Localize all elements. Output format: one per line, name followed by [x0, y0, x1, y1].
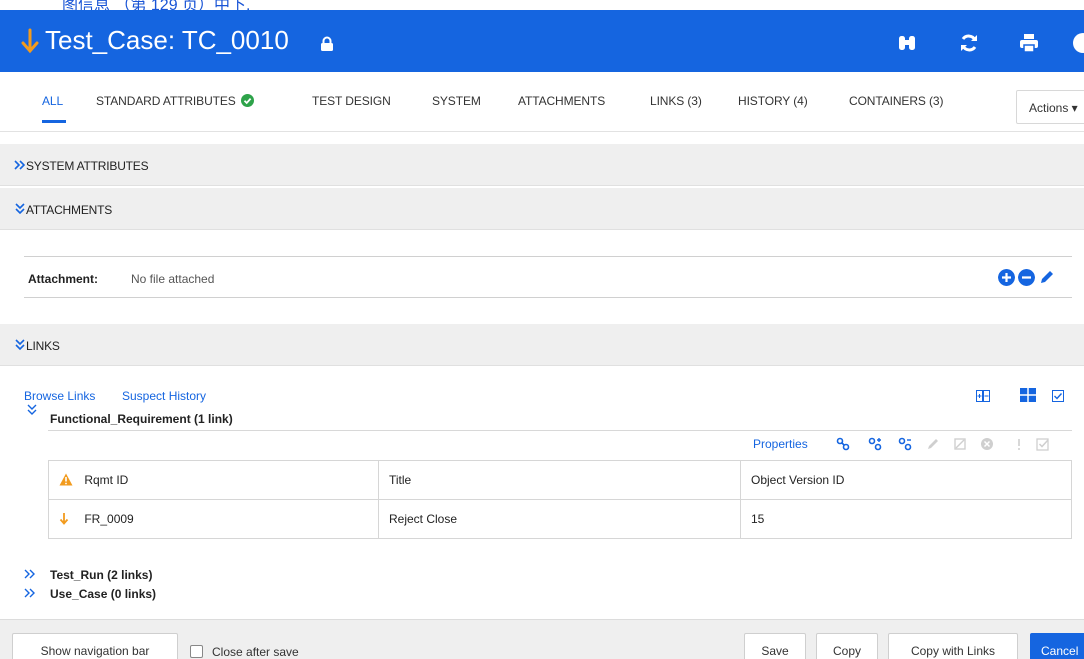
double-chevron-down-icon: [15, 339, 25, 351]
links-table: Rqmt ID Title Object Version ID FR_0009 …: [48, 460, 1072, 539]
add-circle-icon[interactable]: [998, 269, 1015, 286]
tab-links[interactable]: LINKS (3): [650, 94, 702, 108]
arrow-down-icon: [21, 28, 39, 54]
group-test-run[interactable]: Test_Run (2 links): [50, 568, 152, 582]
suspect-disabled-icon: [1018, 439, 1020, 450]
help-icon[interactable]: [1072, 32, 1084, 54]
actions-dropdown-button[interactable]: Actions ▾: [1016, 90, 1084, 124]
group-functional-requirement[interactable]: Functional_Requirement (1 link): [50, 412, 233, 426]
links-toolbar: Properties: [48, 430, 1072, 458]
page-title: Test_Case: TC_0010: [45, 25, 289, 55]
refresh-icon[interactable]: [958, 32, 980, 54]
section-system-attributes[interactable]: SYSTEM ATTRIBUTES: [0, 144, 1084, 186]
cell-title: Reject Close: [378, 499, 741, 539]
tab-containers[interactable]: CONTAINERS (3): [849, 94, 943, 108]
table-header-row: Rqmt ID Title Object Version ID: [48, 460, 1072, 500]
section-links-label: LINKS: [26, 339, 60, 353]
double-chevron-right-icon[interactable]: [24, 587, 36, 599]
remove-link-icon[interactable]: [898, 437, 912, 451]
close-after-save-checkbox[interactable]: [190, 645, 203, 658]
attachment-label: Attachment:: [28, 272, 99, 286]
section-links[interactable]: LINKS: [0, 324, 1084, 366]
warning-icon: [59, 473, 73, 486]
section-attachments-label: ATTACHMENTS: [26, 203, 113, 217]
double-chevron-right-icon[interactable]: [24, 568, 36, 580]
close-after-save-label[interactable]: Close after save: [212, 645, 299, 659]
save-button[interactable]: Save: [744, 633, 806, 659]
lock-icon: [321, 36, 333, 51]
tab-bar: ALL STANDARD ATTRIBUTES TEST DESIGN SYST…: [0, 72, 1084, 132]
title-bar: Test_Case: TC_0010: [0, 10, 1084, 72]
rqmt-id-value: FR_0009: [84, 512, 134, 526]
copy-with-links-button[interactable]: Copy with Links: [888, 633, 1018, 659]
tab-attachments[interactable]: ATTACHMENTS: [518, 94, 605, 108]
section-attachments[interactable]: ATTACHMENTS: [0, 188, 1084, 230]
attachment-value: No file attached: [131, 272, 215, 286]
top-caption-text: 图信息 （第 129 页）中下.: [62, 0, 251, 10]
footer-bar: Show navigation bar Close after save Sav…: [0, 619, 1084, 659]
checkbox-view-icon[interactable]: [1052, 390, 1064, 402]
cancel-button[interactable]: Cancel: [1030, 633, 1084, 659]
cell-object-version-id: 15: [740, 499, 1072, 539]
edit-pencil-icon[interactable]: [1038, 269, 1055, 286]
add-link-icon[interactable]: [868, 437, 882, 451]
tab-system[interactable]: SYSTEM: [432, 94, 481, 108]
column-header-object-version-id[interactable]: Object Version ID: [740, 460, 1072, 500]
delete-disabled-icon: [981, 438, 993, 450]
active-tab-indicator: [42, 120, 66, 123]
column-header-rqmt-id[interactable]: Rqmt ID: [48, 460, 379, 500]
binoculars-icon[interactable]: [896, 32, 918, 54]
arrow-down-icon: [59, 513, 69, 525]
clear-suspect-disabled-icon: [1036, 438, 1049, 451]
tab-all[interactable]: ALL: [42, 94, 63, 108]
properties-link[interactable]: Properties: [753, 437, 808, 451]
tab-standard-attributes[interactable]: STANDARD ATTRIBUTES: [96, 94, 254, 108]
tab-standard-attributes-label: STANDARD ATTRIBUTES: [96, 94, 236, 108]
edit-disabled-icon: [928, 439, 938, 449]
tab-history[interactable]: HISTORY (4): [738, 94, 808, 108]
browse-links-link[interactable]: Browse Links: [24, 389, 95, 403]
unlink-disabled-icon: [954, 438, 966, 450]
column-header-rqmt-id-label: Rqmt ID: [84, 473, 129, 487]
show-navigation-bar-button[interactable]: Show navigation bar: [12, 633, 178, 659]
link-icon[interactable]: [836, 437, 850, 451]
expand-all-icon[interactable]: [976, 390, 990, 402]
check-circle-icon: [240, 94, 254, 107]
copy-button[interactable]: Copy: [816, 633, 878, 659]
suspect-history-link[interactable]: Suspect History: [122, 389, 206, 403]
column-header-title[interactable]: Title: [378, 460, 741, 500]
grid-view-icon[interactable]: [1020, 388, 1036, 402]
print-icon[interactable]: [1018, 32, 1040, 54]
double-chevron-down-icon[interactable]: [26, 404, 38, 416]
tab-test-design[interactable]: TEST DESIGN: [312, 94, 391, 108]
cell-rqmt-id[interactable]: FR_0009: [48, 499, 379, 539]
section-system-attributes-label: SYSTEM ATTRIBUTES: [26, 159, 149, 173]
remove-circle-icon[interactable]: [1018, 269, 1035, 286]
double-chevron-right-icon: [14, 160, 26, 170]
top-caption-strip: 图信息 （第 129 页）中下.: [0, 0, 1084, 10]
group-use-case[interactable]: Use_Case (0 links): [50, 587, 156, 601]
double-chevron-down-icon: [15, 203, 25, 215]
attachment-row: Attachment: No file attached: [24, 256, 1072, 298]
table-row[interactable]: FR_0009 Reject Close 15: [48, 499, 1072, 539]
